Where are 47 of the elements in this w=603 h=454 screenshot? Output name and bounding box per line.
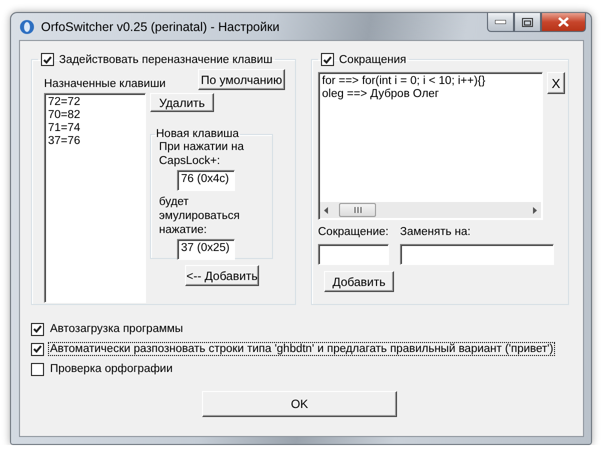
assigned-keys-label: Назначенные клавиши [44, 78, 166, 90]
scroll-thumb[interactable] [339, 203, 376, 217]
scroll-left-icon[interactable] [324, 206, 328, 214]
remove-button[interactable]: X [547, 72, 565, 94]
checkbox-label: Сокращения [339, 54, 406, 66]
list-item[interactable]: 70=82 [48, 109, 142, 122]
list-item[interactable]: 72=72 [48, 96, 142, 109]
close-icon [558, 17, 569, 27]
key-list[interactable]: 72=72 70=82 71=74 37=76 [44, 93, 146, 303]
checkbox[interactable] [31, 342, 44, 356]
field-label: Сокращение: [318, 226, 389, 238]
checkbox[interactable] [31, 322, 44, 336]
input-field[interactable] [400, 244, 554, 265]
abbreviation-list[interactable]: for ==> for(int i = 0; i < 10; i++){} oleg ==> Дубров Олег [318, 72, 543, 220]
checkbox[interactable] [321, 53, 334, 66]
add-button[interactable]: Добавить [324, 271, 394, 292]
list-item[interactable]: oleg ==> Дубров Олег [322, 88, 539, 101]
add-button[interactable]: <-- Добавить [185, 265, 259, 286]
minimize-icon [495, 20, 506, 24]
field-label: Заменять на: [400, 226, 472, 238]
default-button[interactable]: По умолчанию [198, 69, 285, 90]
minimize-button[interactable] [487, 13, 514, 32]
list-item[interactable]: for ==> for(int i = 0; i < 10; i++){} [322, 75, 539, 88]
checkbox-label: Проверка орфографии [49, 363, 174, 375]
checkbox[interactable] [41, 53, 54, 66]
horizontal-scrollbar[interactable] [320, 202, 541, 218]
input-field[interactable]: 37 (0x25) [177, 239, 235, 260]
input-field[interactable]: 76 (0x4c) [177, 170, 235, 191]
checkbox-label: Задействовать переназначение клавиш [59, 54, 272, 66]
checkbox[interactable] [31, 362, 44, 376]
scroll-right-icon[interactable] [533, 206, 537, 214]
grip-icon [354, 207, 362, 213]
checkbox-label: Автоматически разпозновать строки типа 'ghbdtn' и предлагать правильный вариант ('привет') [49, 343, 554, 355]
group-title: Новая клавиша [155, 128, 240, 140]
input-field[interactable] [318, 244, 389, 265]
list-item[interactable]: 71=74 [48, 122, 142, 135]
app-icon [19, 18, 35, 34]
field-label: При нажатии на CapsLock+: [159, 140, 245, 168]
list-item[interactable]: 37=76 [48, 135, 142, 148]
field-label: будет эмулироваться нажатие: [159, 195, 241, 237]
window-title: OrfoSwitcher v0.25 (perinatal) - Настройки [41, 20, 280, 34]
ok-button[interactable]: OK [202, 391, 397, 417]
maximize-icon [522, 18, 533, 26]
close-button[interactable] [541, 13, 586, 32]
checkbox-label: Автозагрузка программы [49, 323, 184, 335]
maximize-button[interactable] [514, 13, 541, 32]
delete-button[interactable]: Удалить [150, 93, 214, 112]
